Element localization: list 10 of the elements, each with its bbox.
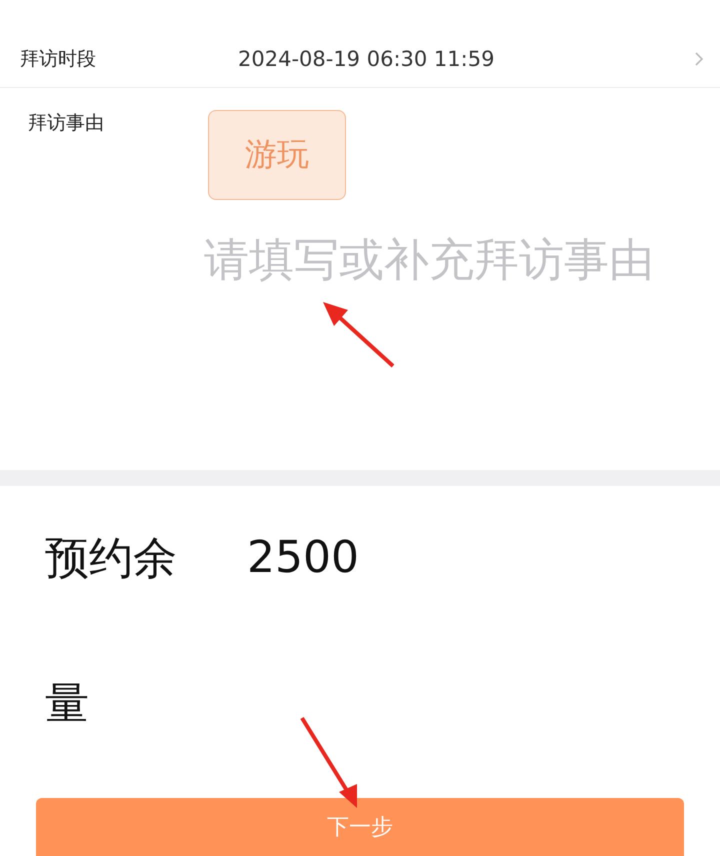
chevron-icon[interactable] <box>694 50 704 66</box>
next-button[interactable]: 下一步 <box>36 798 684 856</box>
reason-tag[interactable]: 游玩 <box>208 110 346 200</box>
annotation-arrow <box>323 302 394 368</box>
quota-label: 预约余量 <box>45 532 178 731</box>
time-value: 2024-08-19 06:30 11:59 <box>238 46 496 70</box>
reason-input-field[interactable]: 请填写或补充拜访事由 <box>204 230 666 360</box>
field-label: 拜访时段 <box>20 46 97 72</box>
quota-value: 2500 <box>247 531 359 585</box>
field-label: 拜访事由 <box>28 111 105 136</box>
